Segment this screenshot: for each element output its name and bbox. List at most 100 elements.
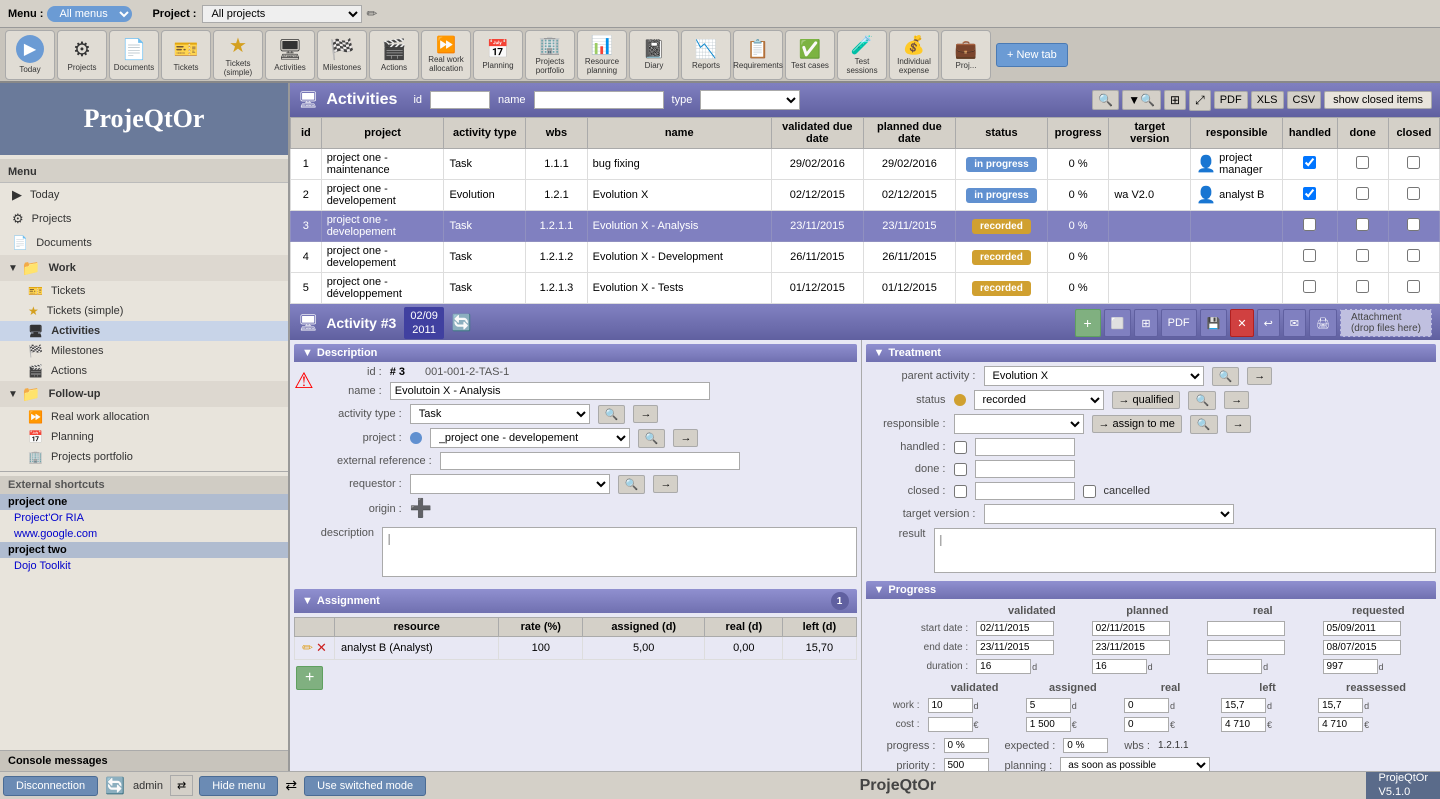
requestor-search-btn[interactable]: 🔍: [618, 475, 646, 494]
priority-value[interactable]: [944, 758, 989, 771]
projects-portfolio-btn[interactable]: 🏢 Projects portfolio: [525, 30, 575, 80]
activity-type-select[interactable]: Task: [410, 404, 590, 424]
sidebar-item-documents[interactable]: 📄 Documents: [0, 231, 288, 255]
sidebar-item-actions[interactable]: 🎬 Actions: [0, 361, 288, 381]
sidebar-item-planning[interactable]: 📅 Planning: [0, 427, 288, 447]
sidebar-item-projects-portfolio[interactable]: 🏢 Projects portfolio: [0, 447, 288, 467]
col-activity-type[interactable]: activity type: [444, 118, 526, 149]
requirements-btn[interactable]: 📋 Requirements: [733, 30, 783, 80]
project-search-btn[interactable]: 🔍: [638, 429, 666, 448]
sidebar-item-real-work[interactable]: ⏩ Real work allocation: [0, 407, 288, 427]
table-row[interactable]: 1 project one - maintenance Task 1.1.1 b…: [291, 149, 1440, 180]
project-select-field[interactable]: _project one - developement: [430, 428, 630, 448]
expected-value[interactable]: [1063, 738, 1108, 753]
today-btn[interactable]: ▶ Today: [5, 30, 55, 80]
individual-expense-btn[interactable]: 💰 Individual expense: [889, 30, 939, 80]
col-resource[interactable]: resource: [335, 618, 499, 637]
sidebar-item-today[interactable]: ▶ Today: [0, 183, 288, 207]
cost-assigned[interactable]: [1026, 717, 1071, 732]
work-validated[interactable]: [928, 698, 973, 713]
handled-date[interactable]: [975, 438, 1075, 456]
col-target-version[interactable]: target version: [1109, 118, 1191, 149]
planning-select[interactable]: as soon as possible: [1060, 757, 1210, 771]
cost-real[interactable]: [1124, 717, 1169, 732]
xls-btn[interactable]: XLS: [1251, 91, 1284, 109]
assignment-row[interactable]: ✏ ✕ analyst B (Analyst) 100 5,00 0,00 15…: [295, 637, 857, 660]
responsible-select[interactable]: [954, 414, 1084, 434]
handled-checkbox[interactable]: [954, 441, 967, 454]
col-status[interactable]: status: [955, 118, 1047, 149]
requestor-select[interactable]: [410, 474, 610, 494]
parent-search-btn[interactable]: 🔍: [1212, 367, 1240, 386]
qualified-open-btn[interactable]: →: [1224, 391, 1249, 409]
attachment-drop-zone[interactable]: Attachment(drop files here): [1340, 309, 1432, 337]
type-filter-select[interactable]: [700, 90, 800, 110]
project-select[interactable]: All projects: [202, 5, 362, 23]
name-field-input[interactable]: [390, 382, 710, 400]
work-left[interactable]: [1221, 698, 1266, 713]
proj-expense-btn[interactable]: 💼 Proj...: [941, 30, 991, 80]
projects-btn[interactable]: ⚙ Projects: [57, 30, 107, 80]
assign-to-me-btn[interactable]: → assign to me: [1092, 415, 1182, 433]
tickets-btn[interactable]: 🎫 Tickets: [161, 30, 211, 80]
name-filter-input[interactable]: [534, 91, 664, 109]
parent-nav-btn[interactable]: →: [1247, 367, 1272, 385]
ext-link-google[interactable]: www.google.com: [0, 526, 288, 542]
view-btn[interactable]: ⊞: [1164, 90, 1186, 110]
edit-assignment-icon[interactable]: ✏: [302, 640, 313, 655]
add-origin-btn[interactable]: ➕: [410, 498, 432, 519]
target-version-select[interactable]: [984, 504, 1234, 524]
sidebar-group-followup[interactable]: ▼ 📁 Follow-up: [0, 381, 288, 407]
cost-reassessed[interactable]: [1318, 717, 1363, 732]
start-real[interactable]: [1207, 621, 1285, 636]
refresh-icon[interactable]: 🔄: [452, 313, 472, 333]
col-handled[interactable]: handled: [1283, 118, 1337, 149]
start-planned[interactable]: [1092, 621, 1170, 636]
real-work-btn[interactable]: ⏩ Real work allocation: [421, 30, 471, 80]
done-date[interactable]: [975, 460, 1075, 478]
edit-project-icon[interactable]: ✏: [366, 6, 377, 22]
sidebar-item-projects[interactable]: ⚙ Projects: [0, 207, 288, 231]
filter-options-btn[interactable]: ▼🔍: [1122, 90, 1161, 110]
dur-requested[interactable]: [1323, 659, 1378, 674]
cost-validated[interactable]: [928, 717, 973, 732]
resource-planning-btn[interactable]: 📊 Resource planning: [577, 30, 627, 80]
work-assigned[interactable]: [1026, 698, 1071, 713]
dur-real[interactable]: [1207, 659, 1262, 674]
col-assigned-d[interactable]: assigned (d): [583, 618, 705, 637]
prev-btn[interactable]: ↩: [1257, 309, 1280, 337]
col-done[interactable]: done: [1337, 118, 1388, 149]
responsible-search-btn[interactable]: 🔍: [1190, 415, 1218, 434]
csv-btn[interactable]: CSV: [1287, 91, 1322, 109]
table-row-selected[interactable]: 3 project one - developement Task 1.2.1.…: [291, 211, 1440, 242]
table-row[interactable]: 4 project one - developement Task 1.2.1.…: [291, 242, 1440, 273]
test-sessions-btn[interactable]: 🧪 Test sessions: [837, 30, 887, 80]
cost-left[interactable]: [1221, 717, 1266, 732]
closed-checkbox[interactable]: [954, 485, 967, 498]
responsible-open-btn[interactable]: →: [1226, 415, 1251, 433]
delete-assignment-icon[interactable]: ✕: [316, 640, 327, 655]
view2-btn[interactable]: ⊞: [1134, 309, 1157, 337]
end-requested[interactable]: [1323, 640, 1401, 655]
end-real[interactable]: [1207, 640, 1285, 655]
dur-planned[interactable]: [1092, 659, 1147, 674]
cancel-btn[interactable]: ✕: [1230, 309, 1253, 337]
add-assignment-btn[interactable]: +: [296, 666, 323, 690]
result-textarea[interactable]: [935, 529, 1436, 572]
switched-mode-btn[interactable]: Use switched mode: [304, 776, 426, 796]
requestor-edit-btn[interactable]: →: [653, 475, 678, 493]
ext-ref-input[interactable]: [440, 452, 740, 470]
id-filter-input[interactable]: [430, 91, 490, 109]
col-project[interactable]: project: [321, 118, 444, 149]
expand-btn[interactable]: ⤢: [1189, 90, 1211, 111]
show-closed-btn[interactable]: show closed items: [1324, 91, 1432, 109]
planning-btn[interactable]: 📅 Planning: [473, 30, 523, 80]
print-btn[interactable]: 🖨: [1309, 309, 1337, 337]
sidebar-group-work[interactable]: ▼ 📁 Work: [0, 255, 288, 281]
dur-validated[interactable]: [976, 659, 1031, 674]
col-wbs[interactable]: wbs: [526, 118, 587, 149]
done-checkbox[interactable]: [954, 463, 967, 476]
refresh-bottom-icon[interactable]: 🔄: [105, 776, 125, 796]
toggle-treatment-icon[interactable]: ▼: [874, 347, 885, 359]
qualified-nav-btn[interactable]: → qualified: [1112, 391, 1181, 409]
